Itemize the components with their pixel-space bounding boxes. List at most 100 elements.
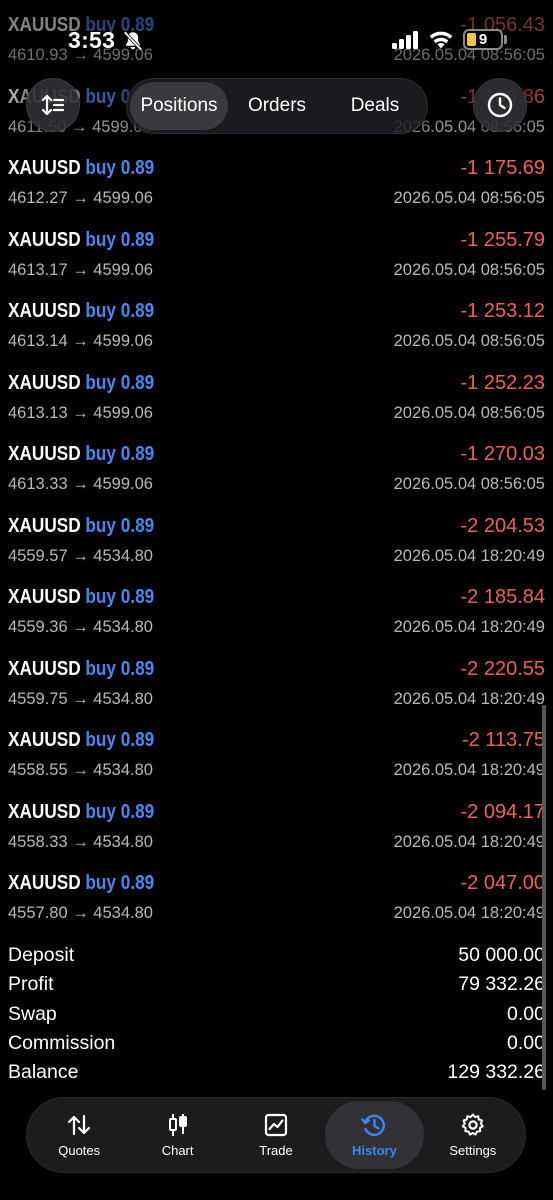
deal-row[interactable]: XAUUSD buy 0.89 4559.57 → 4534.80 -2 204.5… (0, 515, 553, 587)
status-bar: 3:53 9 (0, 0, 553, 70)
symbol-ticker: XAUUSD (8, 300, 81, 322)
summary-value: 50 000.00 (458, 944, 545, 966)
summary-value: 129 332.26 (447, 1061, 545, 1084)
deal-side-volume: buy 0.89 (80, 729, 155, 751)
quotes-icon (68, 1114, 91, 1136)
deal-row[interactable]: XAUUSD buy 0.89 4613.13 → 4599.06 -1 252.2… (0, 372, 553, 444)
summary-label: Commission (8, 1031, 116, 1054)
deal-profit: -1 253.12 (460, 300, 545, 322)
tab-trade[interactable]: Trade (227, 1101, 325, 1169)
deal-row[interactable]: XAUUSD buy 0.89 4559.75 → 4534.80 -2 220.5… (0, 658, 553, 730)
deal-symbol: XAUUSD buy 0.89 (8, 872, 154, 895)
tab-label: Chart (161, 1143, 194, 1158)
symbol-ticker: XAUUSD (8, 443, 81, 465)
deal-date: 2026.05.04 08:56:05 (393, 260, 545, 279)
deal-side-volume: buy 0.89 (80, 800, 155, 823)
tab-positions[interactable]: Positions (130, 82, 228, 130)
deal-side-volume: buy 0.89 (80, 157, 155, 179)
deal-date: 2026.05.04 18:20:49 (393, 832, 545, 851)
tab-settings[interactable]: Settings (424, 1101, 522, 1169)
symbol-ticker: XAUUSD (8, 800, 81, 823)
deal-profit: -2 220.55 (460, 657, 545, 680)
deal-prices: 4559.36 → 4534.80 (8, 618, 153, 636)
deal-date: 2026.05.04 18:20:49 (393, 618, 545, 636)
deal-prices: 4612.27 → 4599.06 (8, 189, 153, 207)
symbol-ticker: XAUUSD (8, 514, 81, 537)
deal-row[interactable]: XAUUSD buy 0.89 4557.80 → 4534.80 -2 047.0… (0, 872, 553, 944)
deal-prices: 4613.33 → 4599.06 (8, 475, 153, 493)
symbol-ticker: XAUUSD (8, 586, 81, 608)
summary-label: Swap (8, 1002, 57, 1025)
deal-date: 2026.05.04 18:20:49 (393, 689, 545, 708)
chart-icon (168, 1114, 187, 1136)
deal-row[interactable]: XAUUSD buy 0.89 4613.17 → 4599.06 -1 255.7… (0, 229, 553, 301)
deal-profit: -1 252.23 (460, 371, 545, 394)
deal-date: 2026.05.04 18:20:49 (393, 761, 545, 779)
tab-quotes[interactable]: Quotes (30, 1101, 128, 1169)
account-summary: Deposit 50 000.00 Profit 79 332.26 Swap 0.00 C… (0, 944, 553, 1090)
trade-icon (264, 1113, 288, 1137)
deal-side-volume: buy 0.89 (80, 228, 155, 251)
period-button[interactable] (473, 78, 527, 132)
deal-symbol: XAUUSD buy 0.89 (8, 372, 154, 395)
deal-side-volume: buy 0.89 (80, 371, 155, 394)
deal-profit: -1 175.69 (460, 157, 545, 179)
sort-button[interactable] (26, 78, 80, 132)
deal-row[interactable]: XAUUSD buy 0.89 4612.27 → 4599.06 -1 175.6… (0, 157, 553, 229)
deal-profit: -1 270.03 (460, 443, 545, 465)
deal-symbol: XAUUSD buy 0.89 (8, 443, 154, 466)
deal-date: 2026.05.04 08:56:05 (393, 403, 545, 422)
deal-side-volume: buy 0.89 (80, 443, 155, 465)
history-segment-control[interactable]: Positions Orders Deals (126, 78, 428, 134)
summary-row-balance: Balance 129 332.26 (0, 1061, 553, 1090)
summary-value: 79 332.26 (458, 973, 545, 996)
tab-orders[interactable]: Orders (228, 82, 326, 130)
deal-symbol: XAUUSD buy 0.89 (8, 157, 154, 180)
clock-icon (487, 92, 513, 118)
clock: 3:53 (68, 27, 116, 53)
deal-profit: -2 113.75 (461, 729, 545, 751)
deal-symbol: XAUUSD buy 0.89 (8, 515, 154, 538)
summary-label: Profit (8, 973, 54, 996)
summary-value: 0.00 (507, 1031, 545, 1054)
symbol-ticker: XAUUSD (8, 228, 81, 251)
sort-icon (41, 94, 65, 116)
summary-label: Balance (8, 1061, 79, 1084)
deal-row[interactable]: XAUUSD buy 0.89 4559.36 → 4534.80 -2 185.8… (0, 586, 553, 658)
tab-label: Trade (259, 1143, 293, 1158)
deal-side-volume: buy 0.89 (80, 300, 155, 322)
tab-label: Settings (449, 1143, 497, 1158)
deal-row[interactable]: XAUUSD buy 0.89 4613.14 → 4599.06 -1 253.1… (0, 300, 553, 372)
deal-profit: -2 047.00 (460, 872, 545, 894)
tab-history[interactable]: History (325, 1101, 424, 1169)
tab-deals[interactable]: Deals (326, 82, 424, 130)
symbol-ticker: XAUUSD (8, 657, 81, 680)
deal-symbol: XAUUSD buy 0.89 (8, 586, 154, 609)
deal-date: 2026.05.04 18:20:49 (393, 546, 545, 565)
deal-side-volume: buy 0.89 (80, 872, 155, 894)
symbol-ticker: XAUUSD (8, 729, 81, 751)
tab-chart[interactable]: Chart (128, 1101, 226, 1169)
deal-date: 2026.05.04 08:56:05 (393, 332, 545, 350)
deal-prices: 4613.14 → 4599.06 (8, 332, 153, 350)
deal-symbol: XAUUSD buy 0.89 (8, 229, 154, 252)
summary-row-deposit: Deposit 50 000.00 (0, 944, 553, 973)
deal-date: 2026.05.04 18:20:49 (393, 904, 545, 922)
battery-icon: 9 (463, 29, 503, 50)
deal-profit: -2 185.84 (460, 586, 545, 608)
tab-label: Quotes (58, 1143, 101, 1158)
deal-row[interactable]: XAUUSD buy 0.89 4558.55 → 4534.80 -2 113.7… (0, 729, 553, 801)
deal-row[interactable]: XAUUSD buy 0.89 4558.33 → 4534.80 -2 094.1… (0, 801, 553, 873)
deal-row[interactable]: XAUUSD buy 0.89 4613.33 → 4599.06 -1 270.0… (0, 443, 553, 515)
tab-label: History (352, 1143, 397, 1158)
symbol-ticker: XAUUSD (8, 872, 81, 894)
deal-profit: -2 094.17 (460, 800, 545, 823)
scroll-indicator[interactable] (542, 705, 546, 1090)
deal-side-volume: buy 0.89 (80, 586, 155, 608)
deal-prices: 4557.80 → 4534.80 (8, 904, 153, 922)
battery-level: 9 (478, 31, 488, 48)
deal-symbol: XAUUSD buy 0.89 (8, 658, 154, 681)
deal-profit: -1 255.79 (460, 228, 545, 251)
deal-prices: 4558.33 → 4534.80 (8, 832, 153, 851)
deal-prices: 4559.57 → 4534.80 (8, 546, 153, 565)
